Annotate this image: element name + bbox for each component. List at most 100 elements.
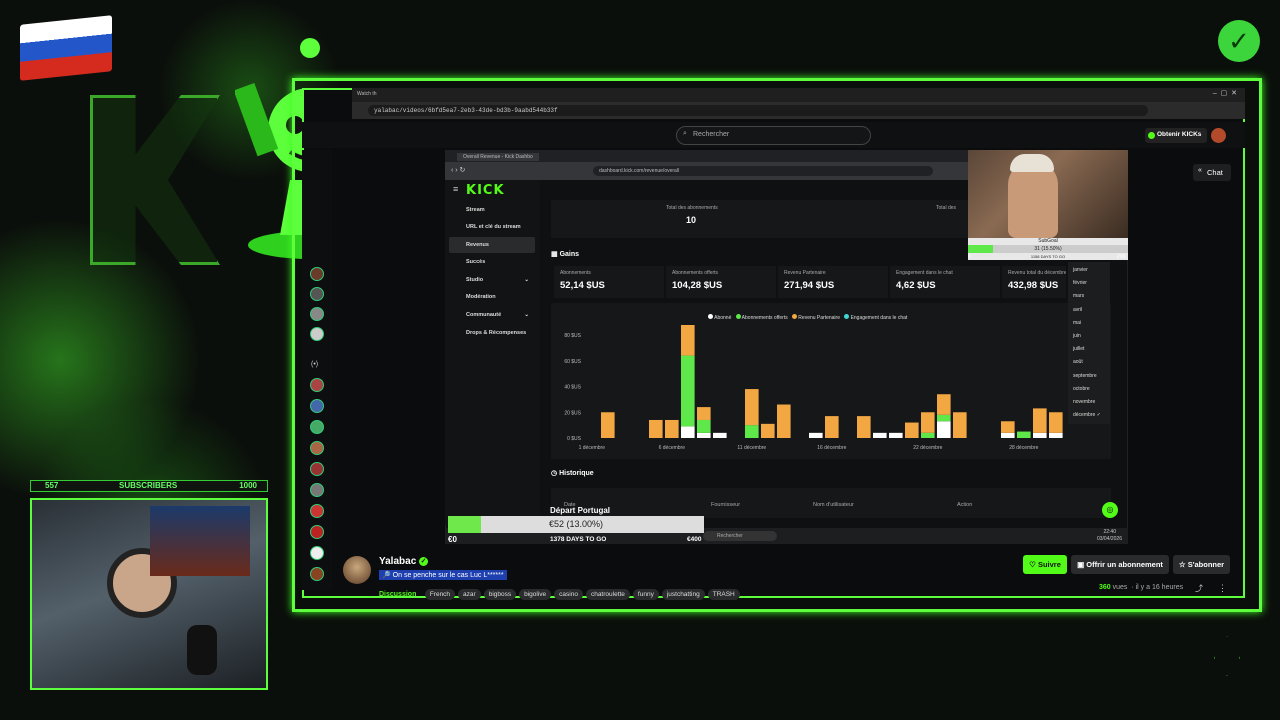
total-subscriptions-label: Total des abonnements xyxy=(666,205,718,211)
sidebar-item-succes[interactable]: Succès xyxy=(449,254,535,270)
channel-avatar[interactable] xyxy=(310,420,324,434)
browser-tab[interactable]: Watch th xyxy=(357,91,377,97)
hamburger-menu-icon[interactable]: ≡ xyxy=(453,184,458,194)
russia-flag-icon xyxy=(20,15,112,81)
cap-icon xyxy=(1010,154,1054,172)
sidebar-item-drops[interactable]: Drops & Récompenses xyxy=(449,325,535,341)
sidebar-item-revenus[interactable]: Revenus xyxy=(449,237,535,253)
get-kicks-button[interactable]: Obtenir KICKs xyxy=(1145,128,1207,143)
channel-avatar[interactable] xyxy=(310,504,324,518)
history-col: Nom d'utilisateur xyxy=(813,502,854,508)
x-tick-label: 1 décembre xyxy=(579,445,606,451)
stat-value: 4,62 $US xyxy=(896,280,936,291)
url-field[interactable]: yalabac/videos/6bfd5ea7-2eb3-43de-bd3b-9… xyxy=(368,105,1148,116)
sidebar-item-studio[interactable]: Studio ⌄ xyxy=(449,272,535,288)
category-link[interactable]: Discussion xyxy=(379,591,416,598)
channel-avatar[interactable] xyxy=(310,546,324,560)
subgoal-end: 200 xyxy=(1117,254,1126,260)
channel-avatar[interactable] xyxy=(310,287,324,301)
channel-avatar[interactable] xyxy=(310,462,324,476)
chevron-down-icon: ⌄ xyxy=(524,312,529,318)
channel-avatar[interactable] xyxy=(310,327,324,341)
chart-bar xyxy=(761,423,775,438)
kick-logo[interactable]: KICK xyxy=(466,183,505,198)
chart-bar xyxy=(697,432,711,438)
help-chat-button[interactable]: ◎ xyxy=(1102,502,1118,518)
chart-bar xyxy=(937,414,951,422)
channel-avatar[interactable] xyxy=(310,378,324,392)
total-subscriptions-card: Total des abonnements 10 xyxy=(551,200,831,238)
gift-sub-button[interactable]: ▣ Offrir un abonnement xyxy=(1071,555,1169,574)
total-label-2: Total des xyxy=(936,205,957,211)
stat-card-abonnements: Abonnements 52,14 $US xyxy=(554,266,664,298)
month-option[interactable]: avril xyxy=(1073,307,1082,313)
channel-avatar[interactable] xyxy=(310,399,324,413)
subscribers-goal: 1000 xyxy=(239,481,257,490)
channel-avatar[interactable] xyxy=(310,267,324,281)
month-option[interactable]: janvier xyxy=(1073,267,1088,273)
chat-button[interactable]: « Chat xyxy=(1193,164,1231,181)
sidebar-item-stream[interactable]: Stream xyxy=(449,202,535,218)
sidebar-item-moderation[interactable]: Modération xyxy=(449,289,535,305)
tag[interactable]: funny xyxy=(632,589,659,600)
legend-dot xyxy=(708,314,713,319)
tag[interactable]: azar xyxy=(458,589,481,600)
share-icon[interactable]: ⤴ xyxy=(1195,583,1203,594)
sidebar-item-communaute[interactable]: Communauté ⌄ xyxy=(449,307,535,323)
chart-bar xyxy=(777,404,791,438)
tag[interactable]: French xyxy=(424,589,456,600)
gains-title: ▦ Gains xyxy=(551,250,579,258)
month-option[interactable]: août xyxy=(1073,359,1083,365)
month-option[interactable]: juin xyxy=(1073,333,1081,339)
goal-title: Départ Portugal xyxy=(550,506,611,515)
back-icon[interactable]: ‹ › ↻ xyxy=(451,166,465,174)
dashboard-sidebar: Stream URL et clé du stream Revenus Succ… xyxy=(445,180,540,525)
user-avatar[interactable] xyxy=(1211,128,1226,143)
chart-bar xyxy=(809,432,823,438)
follow-button[interactable]: ♡ Suivre xyxy=(1023,555,1067,574)
month-option[interactable]: juillet xyxy=(1073,346,1084,352)
chart-bar xyxy=(937,421,951,438)
inner-tab[interactable]: Overall Revenue - Kick Dashbo xyxy=(457,153,539,161)
stat-value: 104,28 $US xyxy=(672,280,723,291)
month-option[interactable]: mai xyxy=(1073,320,1081,326)
window-controls[interactable]: – ▢ ✕ xyxy=(1213,89,1237,97)
month-option[interactable]: septembre xyxy=(1073,373,1097,379)
subscribe-label: S'abonner xyxy=(1187,560,1225,569)
subscribe-button[interactable]: ☆ S'abonner xyxy=(1173,555,1230,574)
taskbar-search[interactable]: Rechercher xyxy=(703,531,777,541)
search-placeholder: Rechercher xyxy=(693,131,730,138)
verified-icon: ✓ xyxy=(419,556,429,566)
search-input[interactable]: ⌕ Rechercher xyxy=(676,126,871,145)
month-option[interactable]: mars xyxy=(1073,293,1084,299)
chart-bar xyxy=(1017,431,1031,438)
tag[interactable]: chatroulette xyxy=(585,589,630,600)
more-options-icon[interactable]: ⋮ xyxy=(1218,583,1227,594)
month-option[interactable]: février xyxy=(1073,280,1087,286)
channel-avatar[interactable] xyxy=(310,525,324,539)
chart-bar xyxy=(953,412,967,438)
history-title-text: Historique xyxy=(559,470,594,477)
month-option[interactable]: octobre xyxy=(1073,386,1090,392)
channel-avatar[interactable] xyxy=(310,307,324,321)
channel-avatar[interactable] xyxy=(310,567,324,581)
streamer-name[interactable]: Yalabac ✓ xyxy=(379,556,429,567)
tag[interactable]: justchatting xyxy=(661,589,705,600)
legend-item: Abonnements offerts xyxy=(741,315,788,321)
channel-avatar[interactable] xyxy=(310,483,324,497)
streamer-avatar[interactable] xyxy=(343,556,371,584)
tag[interactable]: TRASH xyxy=(707,589,740,600)
sidebar-item-stream-url[interactable]: URL et clé du stream xyxy=(449,219,535,235)
month-option[interactable]: décembre ✓ xyxy=(1073,412,1101,418)
stat-value: 271,94 $US xyxy=(784,280,835,291)
tag[interactable]: bigolive xyxy=(519,589,552,600)
tag[interactable]: casino xyxy=(554,589,583,600)
x-tick-label: 6 décembre xyxy=(659,445,686,451)
month-option[interactable]: novembre xyxy=(1073,399,1095,405)
tag[interactable]: bigboss xyxy=(483,589,517,600)
chart-bar xyxy=(1049,412,1063,433)
chart-bar xyxy=(905,422,919,438)
inner-url-field[interactable]: dashboard.kick.com/revenue/overall xyxy=(593,166,933,176)
stat-label: Abonnements offerts xyxy=(672,270,719,276)
channel-avatar[interactable] xyxy=(310,441,324,455)
